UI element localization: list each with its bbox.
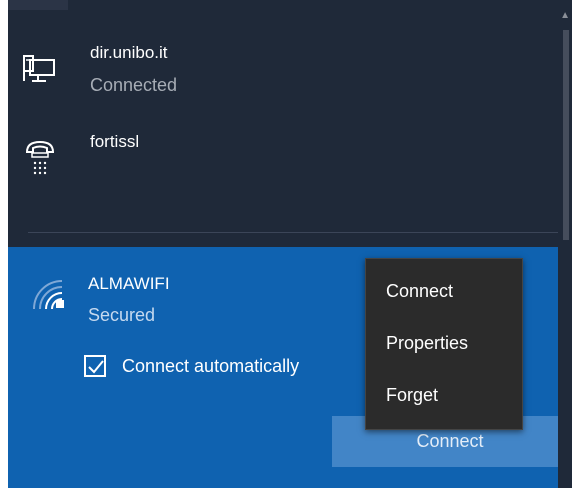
scrollbar[interactable]: ▲ (558, 0, 572, 488)
top-strip (8, 0, 68, 10)
network-name: dir.unibo.it (90, 43, 168, 62)
menu-item-forget[interactable]: Forget (366, 373, 522, 417)
scroll-up-icon[interactable]: ▲ (560, 10, 570, 21)
context-menu: Connect Properties Forget (365, 258, 523, 430)
divider (28, 232, 572, 233)
network-name: fortissl (90, 132, 140, 151)
network-item-dir-unibo[interactable]: dir.unibo.it Connected (8, 38, 548, 108)
wifi-signal-secured-icon (30, 277, 66, 318)
menu-item-properties[interactable]: Properties (366, 321, 522, 365)
checkmark-icon (88, 360, 104, 374)
network-item-fortissl[interactable]: fortissl (8, 126, 548, 196)
menu-item-connect[interactable]: Connect (366, 269, 522, 313)
network-status: Connected (90, 75, 178, 95)
network-status: Secured (88, 305, 156, 325)
network-name: ALMAWIFI (88, 274, 170, 293)
connect-automatically-label: Connect automatically (122, 356, 300, 376)
scroll-thumb[interactable] (563, 30, 569, 240)
connect-automatically-checkbox[interactable] (84, 355, 106, 377)
dialup-phone-icon (24, 136, 56, 181)
vpn-computer-icon (22, 54, 58, 91)
